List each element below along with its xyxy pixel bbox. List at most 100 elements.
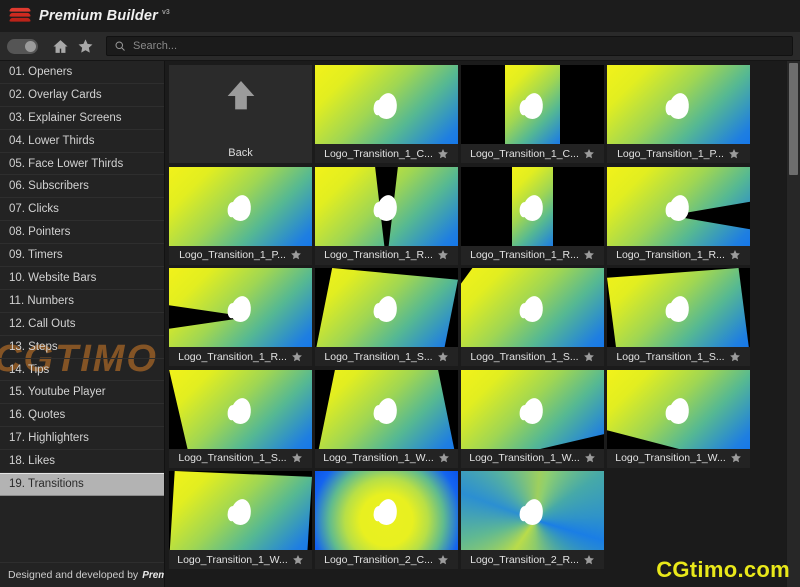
thumbnail-item[interactable]: Logo_Transition_1_C...: [461, 65, 604, 163]
search-bar[interactable]: [106, 36, 793, 56]
thumbnail-item[interactable]: Logo_Transition_1_W...: [607, 369, 750, 468]
star-icon[interactable]: [290, 249, 302, 261]
thumbnail-caption: Logo_Transition_1_R...: [169, 347, 312, 366]
sidebar-item-label: 01. Openers: [9, 65, 73, 78]
sidebar-item-label: 15. Youtube Player: [9, 386, 106, 399]
page-title: Premium Builder v3: [39, 8, 170, 24]
thumbnail-caption: Logo_Transition_1_W...: [461, 448, 604, 468]
sidebar-item-label: 16. Quotes: [9, 409, 66, 422]
star-icon[interactable]: [583, 351, 595, 363]
thumbnail-item[interactable]: Logo_Transition_2_C...: [315, 471, 458, 569]
sidebar: 01. Openers 02. Overlay Cards 03. Explaine…: [0, 61, 165, 587]
sidebar-category-list: 01. Openers 02. Overlay Cards 03. Explaine…: [0, 61, 164, 562]
thumbnail-item[interactable]: Logo_Transition_1_W...: [461, 369, 604, 468]
thumbnail-item[interactable]: Logo_Transition_1_R...: [607, 166, 750, 265]
sidebar-item-label: 04. Lower Thirds: [9, 134, 95, 147]
sidebar-item-transitions[interactable]: 19. Transitions: [0, 473, 164, 496]
star-icon[interactable]: [292, 554, 304, 566]
thumbnail-item[interactable]: Logo_Transition_1_P...: [607, 65, 750, 163]
thumbnail-grid: Back Logo_Transition_1_C... Logo_Transiti…: [165, 61, 800, 573]
thumbnail-caption: Logo_Transition_1_W...: [169, 550, 312, 569]
thumbnail-item[interactable]: Logo_Transition_1_R...: [169, 268, 312, 366]
sidebar-item-tips[interactable]: 14. Tips: [0, 359, 164, 382]
thumbnail-caption: Logo_Transition_1_R...: [315, 245, 458, 265]
sidebar-item-numbers[interactable]: 11. Numbers: [0, 290, 164, 313]
thumbnail-caption: Logo_Transition_1_W...: [315, 448, 458, 468]
sidebar-item-label: 12. Call Outs: [9, 317, 76, 330]
thumbnail-item[interactable]: Logo_Transition_1_S...: [169, 369, 312, 468]
sidebar-item-clicks[interactable]: 07. Clicks: [0, 198, 164, 222]
sidebar-item-label: 17. Highlighters: [9, 432, 89, 445]
thumbnail-item[interactable]: Logo_Transition_1_R...: [315, 166, 458, 265]
thumbnail-label: Logo_Transition_1_R...: [470, 249, 579, 261]
sidebar-item-lower-thirds[interactable]: 04. Lower Thirds: [0, 130, 164, 153]
star-icon[interactable]: [291, 351, 303, 363]
sidebar-item-youtube-player[interactable]: 15. Youtube Player: [0, 381, 164, 405]
sidebar-item-label: 02. Overlay Cards: [9, 88, 102, 101]
thumbnail-item[interactable]: Logo_Transition_1_W...: [169, 471, 312, 569]
thumbnail-item[interactable]: Logo_Transition_1_P...: [169, 166, 312, 265]
star-icon[interactable]: [438, 452, 450, 464]
sidebar-item-overlay-cards[interactable]: 02. Overlay Cards: [0, 84, 164, 107]
sidebar-item-call-outs[interactable]: 12. Call Outs: [0, 313, 164, 336]
thumbnail-label: Logo_Transition_1_W...: [615, 452, 726, 464]
search-input[interactable]: [133, 40, 785, 52]
footer-credit-text: Designed and developed by: [8, 569, 139, 581]
sidebar-item-label: 10. Website Bars: [9, 271, 97, 284]
thumbnail-label: Logo_Transition_1_S...: [324, 350, 433, 363]
sidebar-item-highlighters[interactable]: 17. Highlighters: [0, 427, 164, 451]
theme-toggle[interactable]: [7, 38, 38, 54]
thumbnail-label: Logo_Transition_1_R...: [616, 249, 725, 261]
star-icon[interactable]: [728, 148, 740, 160]
star-icon[interactable]: [437, 249, 449, 261]
thumbnail-caption: Logo_Transition_2_C...: [315, 550, 458, 569]
star-icon[interactable]: [583, 249, 595, 261]
scrollbar-thumb[interactable]: [789, 63, 798, 175]
back-button-label: Back: [228, 146, 253, 159]
sidebar-item-quotes[interactable]: 16. Quotes: [0, 404, 164, 428]
sidebar-item-subscribers[interactable]: 06. Subscribers: [0, 175, 164, 199]
thumbnail-label: Logo_Transition_1_R...: [178, 350, 287, 363]
star-icon[interactable]: [729, 351, 741, 363]
sidebar-item-timers[interactable]: 09. Timers: [0, 244, 164, 268]
star-icon[interactable]: [730, 452, 742, 464]
star-icon[interactable]: [584, 452, 596, 464]
sidebar-item-face-lower-thirds[interactable]: 05. Face Lower Thirds: [0, 153, 164, 176]
sidebar-item-pointers[interactable]: 08. Pointers: [0, 221, 164, 245]
star-icon[interactable]: [583, 554, 595, 566]
vertical-scrollbar[interactable]: [786, 61, 800, 587]
thumbnail-caption: Logo_Transition_1_R...: [461, 245, 604, 265]
back-button[interactable]: Back: [169, 65, 312, 163]
sidebar-item-steps[interactable]: 13. Steps: [0, 336, 164, 359]
thumbnail-item[interactable]: Logo_Transition_1_S...: [461, 268, 604, 366]
thumbnail-label: Logo_Transition_1_P...: [179, 249, 286, 261]
thumbnail-item[interactable]: Logo_Transition_1_C...: [315, 65, 458, 163]
sidebar-item-explainer-screens[interactable]: 03. Explainer Screens: [0, 107, 164, 130]
star-icon[interactable]: [291, 452, 303, 464]
star-icon[interactable]: [437, 351, 449, 363]
thumbnail-label: Logo_Transition_1_S...: [470, 350, 579, 363]
star-icon[interactable]: [437, 148, 449, 160]
thumbnail-item[interactable]: Logo_Transition_1_R...: [461, 166, 604, 265]
thumbnail-label: Logo_Transition_1_R...: [324, 249, 433, 261]
star-icon[interactable]: [583, 148, 595, 160]
home-icon[interactable]: [49, 35, 71, 57]
thumbnail-label: Logo_Transition_1_S...: [616, 350, 725, 363]
thumbnail-item[interactable]: Logo_Transition_1_S...: [607, 268, 750, 366]
thumbnail-caption: Logo_Transition_1_S...: [169, 448, 312, 468]
thumbnail-item[interactable]: Logo_Transition_1_S...: [315, 268, 458, 366]
thumbnail-item[interactable]: Logo_Transition_1_W...: [315, 369, 458, 468]
star-icon[interactable]: [74, 35, 96, 57]
sidebar-footer: Designed and developed by Premiumilk.: [0, 562, 164, 587]
thumbnail-label: Logo_Transition_2_R...: [470, 553, 579, 566]
sidebar-item-website-bars[interactable]: 10. Website Bars: [0, 267, 164, 290]
sidebar-item-openers[interactable]: 01. Openers: [0, 61, 164, 84]
star-icon[interactable]: [729, 249, 741, 261]
sidebar-item-likes[interactable]: 18. Likes: [0, 450, 164, 474]
sidebar-item-label: 13. Steps: [9, 340, 58, 353]
thumbnail-label: Logo_Transition_1_C...: [470, 147, 579, 160]
star-icon[interactable]: [437, 554, 449, 566]
thumbnail-grid-panel[interactable]: Back Logo_Transition_1_C... Logo_Transiti…: [165, 61, 800, 587]
stack-icon: [8, 7, 32, 25]
thumbnail-item[interactable]: Logo_Transition_2_R...: [461, 471, 604, 569]
